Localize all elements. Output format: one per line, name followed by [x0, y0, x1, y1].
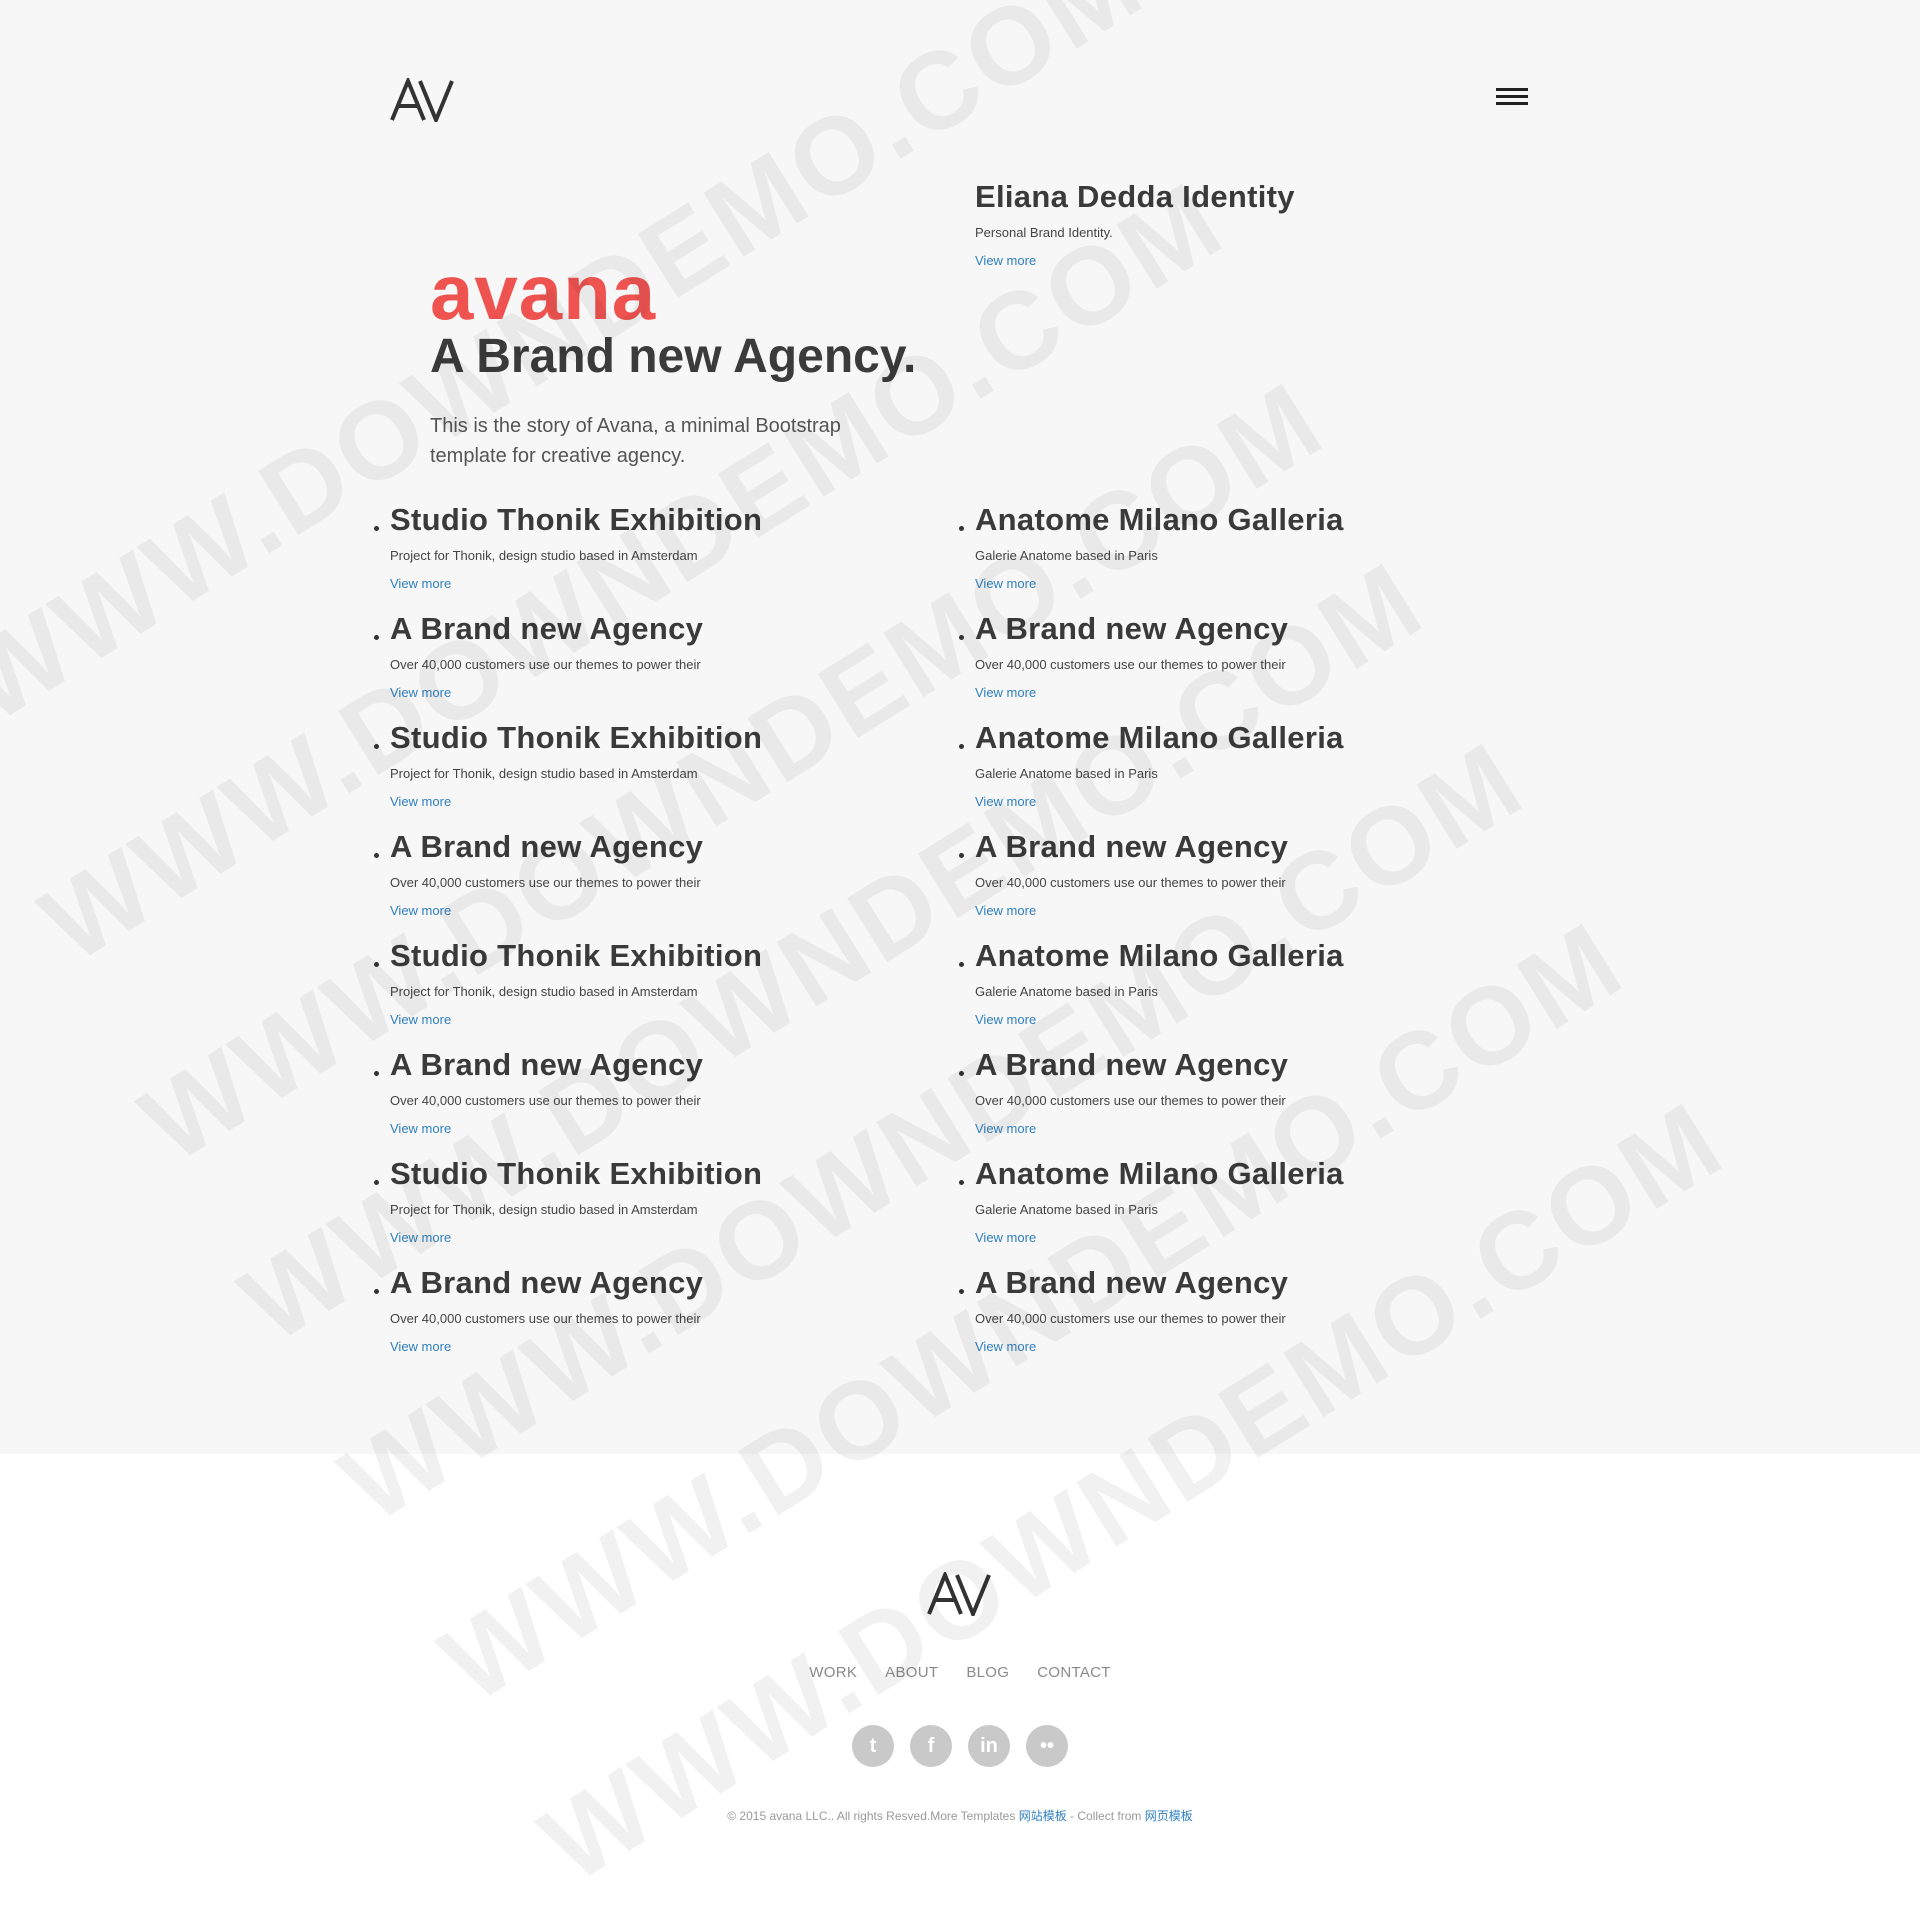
project-title: Studio Thonik Exhibition [390, 720, 763, 755]
project-description: Galerie Anatome based in Paris [975, 548, 1158, 563]
footer-nav-work[interactable]: WORK [809, 1664, 857, 1681]
project-description: Project for Thonik, design studio based … [390, 766, 698, 781]
templates-link[interactable]: 网站模板 [1019, 1809, 1067, 1823]
view-more-link[interactable]: View more [975, 576, 1036, 592]
logo-av-mark [390, 78, 454, 122]
footer-section [0, 1454, 1920, 1909]
view-more-link[interactable]: View more [975, 685, 1036, 701]
project-title: A Brand new Agency [975, 1047, 1289, 1082]
featured-project: Eliana Dedda Identity Personal Brand Ide… [975, 177, 1295, 270]
project-title: A Brand new Agency [975, 611, 1289, 646]
collect-link[interactable]: 网页模板 [1145, 1809, 1193, 1823]
footer-nav-blog[interactable]: BLOG [966, 1664, 1009, 1681]
project-item: Studio Thonik Exhibition Project for Tho… [373, 718, 763, 811]
linkedin-icon[interactable]: in [968, 1725, 1010, 1767]
project-description: Personal Brand Identity. [975, 225, 1113, 240]
view-more-link[interactable]: View more [975, 1339, 1036, 1355]
hero-tagline: A Brand new Agency. [430, 330, 917, 383]
project-title: A Brand new Agency [390, 829, 704, 864]
project-item: Anatome Milano Galleria Galerie Anatome … [959, 718, 1344, 811]
hero-brand: avana [430, 248, 657, 336]
project-item: Studio Thonik Exhibition Project for Tho… [373, 1154, 763, 1247]
project-description: Over 40,000 customers use our themes to … [975, 1311, 1286, 1326]
project-item: A Brand new Agency Over 40,000 customers… [373, 1263, 704, 1356]
project-title: Studio Thonik Exhibition [390, 1156, 763, 1191]
view-more-link[interactable]: View more [975, 903, 1036, 919]
project-item: A Brand new Agency Over 40,000 customers… [373, 1045, 704, 1138]
project-item: A Brand new Agency Over 40,000 customers… [958, 1045, 1289, 1138]
view-more-link[interactable]: View more [390, 1121, 451, 1137]
hero-description: This is the story of Avana, a minimal Bo… [430, 415, 841, 467]
copyright: © 2015 avana LLC.. All rights Resved.Mor… [0, 1807, 1920, 1824]
hamburger-icon-line [1496, 102, 1528, 105]
flickr-icon[interactable]: •• [1026, 1725, 1068, 1767]
project-description: Over 40,000 customers use our themes to … [975, 657, 1286, 672]
project-title: A Brand new Agency [975, 829, 1289, 864]
logo[interactable] [390, 78, 456, 122]
project-item: A Brand new Agency Over 40,000 customers… [373, 609, 704, 702]
copyright-text: © 2015 avana LLC.. All rights Resved.Mor… [727, 1809, 1019, 1823]
twitter-icon[interactable]: t [852, 1725, 894, 1767]
project-description: Project for Thonik, design studio based … [390, 548, 698, 563]
project-title: A Brand new Agency [390, 1265, 704, 1300]
footer-nav-contact[interactable]: CONTACT [1037, 1664, 1110, 1681]
project-title: Anatome Milano Galleria [975, 1156, 1344, 1191]
project-description: Over 40,000 customers use our themes to … [390, 1093, 701, 1108]
project-title: A Brand new Agency [390, 611, 704, 646]
project-title: Eliana Dedda Identity [975, 179, 1295, 214]
project-description: Galerie Anatome based in Paris [975, 1202, 1158, 1217]
menu-button[interactable] [1496, 86, 1530, 110]
project-description: Project for Thonik, design studio based … [390, 984, 698, 999]
project-description: Project for Thonik, design studio based … [390, 1202, 698, 1217]
view-more-link[interactable]: View more [390, 576, 451, 592]
project-description: Over 40,000 customers use our themes to … [975, 1093, 1286, 1108]
project-title: Studio Thonik Exhibition [390, 502, 763, 537]
view-more-link[interactable]: View more [975, 1012, 1036, 1028]
project-title: Anatome Milano Galleria [975, 720, 1344, 755]
project-item: Anatome Milano Galleria Galerie Anatome … [959, 936, 1344, 1029]
project-item: A Brand new Agency Over 40,000 customers… [958, 1263, 1289, 1356]
project-item: A Brand new Agency Over 40,000 customers… [373, 827, 704, 920]
project-description: Over 40,000 customers use our themes to … [390, 875, 701, 890]
footer-logo[interactable] [927, 1572, 993, 1616]
main-section [0, 0, 1920, 1454]
project-description: Over 40,000 customers use our themes to … [390, 657, 701, 672]
project-item: A Brand new Agency Over 40,000 customers… [958, 609, 1289, 702]
footer-nav: WORK ABOUT BLOG CONTACT [0, 1664, 1920, 1681]
view-more-link[interactable]: View more [975, 253, 1036, 269]
view-more-link[interactable]: View more [975, 1121, 1036, 1137]
project-item: Anatome Milano Galleria Galerie Anatome … [959, 500, 1344, 593]
view-more-link[interactable]: View more [390, 794, 451, 810]
view-more-link[interactable]: View more [390, 1012, 451, 1028]
project-title: Studio Thonik Exhibition [390, 938, 763, 973]
hamburger-icon [1496, 88, 1528, 91]
footer-nav-about[interactable]: ABOUT [885, 1664, 938, 1681]
view-more-link[interactable]: View more [975, 794, 1036, 810]
view-more-link[interactable]: View more [390, 685, 451, 701]
project-description: Galerie Anatome based in Paris [975, 984, 1158, 999]
project-description: Over 40,000 customers use our themes to … [390, 1311, 701, 1326]
view-more-link[interactable]: View more [390, 1230, 451, 1246]
logo-av-mark [927, 1572, 991, 1616]
project-item: Studio Thonik Exhibition Project for Tho… [373, 936, 763, 1029]
view-more-link[interactable]: View more [975, 1230, 1036, 1246]
project-description: Over 40,000 customers use our themes to … [975, 875, 1286, 890]
project-item: Studio Thonik Exhibition Project for Tho… [373, 500, 763, 593]
social-links: t f in •• [0, 1725, 1920, 1767]
facebook-icon[interactable]: f [910, 1725, 952, 1767]
project-item: A Brand new Agency Over 40,000 customers… [958, 827, 1289, 920]
project-title: A Brand new Agency [975, 1265, 1289, 1300]
view-more-link[interactable]: View more [390, 1339, 451, 1355]
copyright-middle: - Collect from [1066, 1809, 1145, 1823]
hamburger-icon-line [1496, 95, 1528, 98]
project-item: Anatome Milano Galleria Galerie Anatome … [959, 1154, 1344, 1247]
project-title: Anatome Milano Galleria [975, 502, 1344, 537]
project-title: Anatome Milano Galleria [975, 938, 1344, 973]
project-description: Galerie Anatome based in Paris [975, 766, 1158, 781]
project-title: A Brand new Agency [390, 1047, 704, 1082]
view-more-link[interactable]: View more [390, 903, 451, 919]
